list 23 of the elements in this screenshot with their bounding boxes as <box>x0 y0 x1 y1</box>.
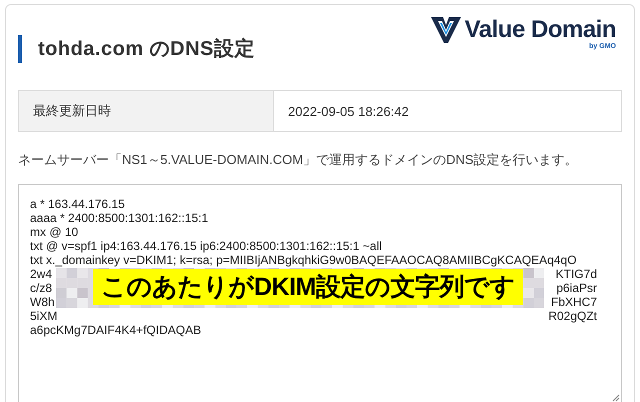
annotation-label: このあたりがDKIM設定の文字列です <box>93 269 523 305</box>
record-line: a * 163.44.176.15 <box>30 197 125 211</box>
record-fragment: c/z8 <box>30 281 52 295</box>
logo-text: Value Domain <box>464 17 616 43</box>
v-logo-icon <box>430 17 461 43</box>
record-fragment: FbXHC7 <box>550 295 597 309</box>
record-fragment: KTIG7d <box>556 267 597 281</box>
record-fragment: W8h <box>30 295 55 309</box>
description-text: ネームサーバー「NS1～5.VALUE-DOMAIN.COM」で運用するドメインのDNS設定を行います。 <box>18 151 579 169</box>
record-line: txt @ v=spf1 ip4:163.44.176.15 ip6:2400:8500:1301:162::15:1 ~all <box>30 239 382 253</box>
record-line: mx @ 10 <box>30 225 78 239</box>
resize-grip-icon[interactable] <box>611 393 620 402</box>
label-cell: 最終更新日時 <box>19 91 274 131</box>
value-cell-text: 2022-09-05 18:26:42 <box>287 102 409 120</box>
record-line: aaaa * 2400:8500:1301:162::15:1 <box>30 211 208 225</box>
record-fragment: 2w4 <box>30 267 52 281</box>
record-line: txt x._domainkey v=DKIM1; k=rsa; p=MIIBIjANBgkqhkiG9w0BAQEFAAOCAQ8AMIIBCgKCAQEAq4qO <box>30 253 577 267</box>
record-fragment: R02gQZt <box>548 309 597 323</box>
record-line: a6pcKMg7DAIF4K4+fQIDAQAB <box>30 323 202 337</box>
records-textarea[interactable] <box>18 184 622 402</box>
record-fragment: 5iXM <box>30 309 58 323</box>
page-title: tohda.com のDNS設定 <box>18 35 255 63</box>
record-fragment: p6iaPsr <box>556 281 597 295</box>
